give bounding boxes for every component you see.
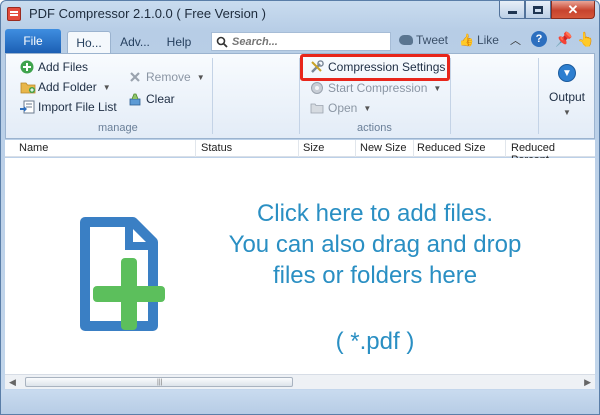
scroll-left-icon[interactable]: ◀ [9, 377, 16, 388]
help-icon: ? [531, 31, 547, 47]
column-divider [355, 140, 356, 157]
group-divider [538, 58, 539, 134]
close-icon: ✕ [567, 1, 579, 17]
close-button[interactable]: ✕ [551, 1, 595, 19]
start-compression-label: Start Compression [328, 81, 428, 95]
remove-button[interactable]: Remove ▼ [128, 70, 205, 84]
drop-line-1: Click here to add files. [256, 200, 494, 227]
chevron-up-icon: ︿ [510, 35, 521, 47]
scroll-right-icon[interactable]: ▶ [584, 377, 591, 388]
broom-icon [128, 92, 142, 106]
tab-file[interactable]: File [5, 29, 61, 53]
column-header-new-size[interactable]: New Size [360, 142, 406, 154]
collapse-ribbon-button[interactable]: ︿ [510, 32, 521, 48]
column-divider [413, 140, 414, 157]
app-icon [7, 7, 21, 21]
help-button[interactable]: ? [531, 31, 547, 47]
column-divider [298, 140, 299, 157]
drop-instructions: Click here to add files. You can also dr… [185, 198, 565, 291]
drop-line-2: You can also drag and drop [228, 231, 522, 258]
search-box [211, 32, 391, 51]
column-divider [505, 140, 506, 157]
app-window: PDF Compressor 2.1.0.0 ( Free Version ) … [0, 0, 600, 415]
ribbon-tabs: File Ho... Adv... Help Tweet 👍 Like ︿ ? … [5, 29, 597, 53]
hand-button[interactable]: 👆 [577, 31, 594, 48]
scrollbar-thumb[interactable]: ||| [25, 377, 293, 387]
thumbs-up-icon: 👍 [459, 33, 474, 47]
horizontal-scrollbar[interactable]: ◀ ||| ▶ [5, 374, 595, 389]
chevron-down-icon: ▼ [102, 82, 111, 92]
chevron-down-icon: ▼ [563, 108, 571, 117]
search-icon [216, 36, 228, 48]
open-folder-icon [310, 101, 324, 115]
import-list-icon [20, 100, 35, 114]
tweet-label: Tweet [416, 33, 449, 47]
like-button[interactable]: 👍 Like [459, 33, 499, 47]
add-folder-label: Add Folder [38, 80, 97, 94]
clear-button[interactable]: Clear [128, 92, 175, 106]
add-files-label: Add Files [38, 60, 89, 74]
tab-home[interactable]: Ho... [67, 31, 111, 53]
add-files-button[interactable]: Add Files [20, 60, 88, 74]
group-divider [212, 58, 213, 134]
maximize-icon [533, 5, 543, 14]
title-bar[interactable]: PDF Compressor 2.1.0.0 ( Free Version ) … [1, 1, 599, 27]
column-header-name[interactable]: Name [19, 142, 48, 154]
tweet-button[interactable]: Tweet [399, 33, 448, 47]
output-button[interactable]: ▼ Output ▼ [544, 64, 590, 117]
ribbon-home: Add Files Add Folder ▼ Import File List … [5, 53, 595, 139]
import-file-list-label: Import File List [38, 100, 117, 114]
output-label: Output [548, 90, 586, 104]
like-label: Like [476, 33, 499, 47]
column-header-status[interactable]: Status [201, 142, 232, 154]
add-folder-button[interactable]: Add Folder ▼ [20, 80, 111, 94]
minimize-button[interactable] [499, 1, 525, 19]
chevron-down-icon: ▼ [433, 83, 442, 93]
remove-label: Remove [146, 70, 191, 84]
maximize-button[interactable] [525, 1, 551, 19]
start-compression-button[interactable]: Start Compression ▼ [310, 81, 441, 95]
search-input[interactable] [232, 35, 382, 48]
hand-icon: 👆 [577, 31, 595, 47]
column-header-reduced-size[interactable]: Reduced Size [417, 142, 486, 154]
minimize-icon [507, 11, 517, 14]
open-button[interactable]: Open ▼ [310, 101, 371, 115]
compression-settings-highlight [300, 54, 450, 81]
file-list-header: Name Status Size New Size Reduced Size R… [5, 140, 595, 166]
add-document-icon [80, 217, 165, 331]
drop-line-3: files or folders here [272, 262, 478, 289]
file-type-hint: ( *.pdf ) [335, 328, 415, 355]
remove-x-icon [128, 70, 142, 84]
output-arrow-icon: ▼ [558, 64, 576, 82]
twitter-bird-icon [399, 35, 413, 45]
clear-label: Clear [146, 92, 175, 106]
import-file-list-button[interactable]: Import File List [20, 100, 117, 114]
group-label-manage: manage [98, 122, 138, 134]
chevron-down-icon: ▼ [196, 72, 205, 82]
group-divider [450, 58, 451, 134]
tab-help[interactable]: Help [161, 31, 197, 53]
group-label-actions: actions [357, 122, 392, 134]
column-header-size[interactable]: Size [303, 142, 324, 154]
pin-button[interactable]: 📌 [555, 31, 572, 48]
window-controls: ✕ [499, 1, 595, 21]
folder-icon [20, 80, 36, 94]
tab-advanced[interactable]: Adv... [115, 31, 155, 53]
add-circle-icon [20, 60, 34, 74]
status-bar [1, 390, 599, 414]
start-gear-icon [310, 81, 324, 95]
chevron-down-icon: ▼ [363, 103, 372, 113]
file-drop-area[interactable]: Click here to add files. You can also dr… [5, 158, 595, 374]
window-title: PDF Compressor 2.1.0.0 ( Free Version ) [29, 6, 266, 21]
open-label: Open [328, 101, 358, 115]
grip-icon: ||| [157, 379, 163, 386]
pin-icon: 📌 [555, 31, 573, 47]
column-divider [195, 140, 196, 157]
